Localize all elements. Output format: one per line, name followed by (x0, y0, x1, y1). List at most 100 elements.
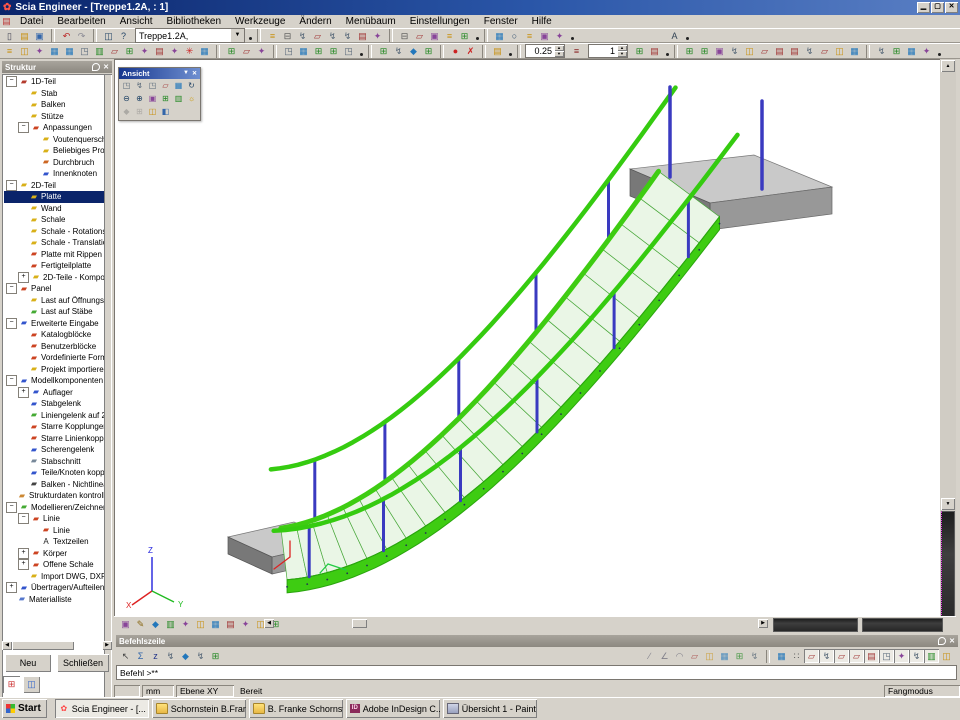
edge-icon[interactable]: ▦ (717, 649, 732, 663)
select-invert-icon[interactable]: ⊞ (122, 44, 137, 58)
tree-item-2d-teil[interactable]: −▰2D-Teil (4, 180, 104, 192)
window-tile-icon[interactable]: ↯ (391, 44, 406, 58)
zoom-window-icon[interactable]: ▣ (146, 92, 159, 105)
tree-item-platte[interactable]: ▰Platte (4, 191, 104, 203)
tab-next-icon[interactable]: ⊞ (208, 649, 223, 663)
palette-icon[interactable]: ↯ (295, 29, 310, 43)
undo-icon[interactable]: ↶ (59, 29, 74, 43)
tree-item-2d-teile-kompone[interactable]: +▰2D-Teile - Kompone (4, 272, 104, 284)
refresh-icon[interactable]: ↯ (802, 44, 817, 58)
menu-werkzeuge[interactable]: Werkzeuge (228, 16, 292, 27)
snap-angle-icon[interactable]: ◫ (939, 649, 954, 663)
minimize-button[interactable]: ▁ (917, 2, 930, 13)
expand-icon[interactable]: + (6, 582, 17, 593)
label-node-icon[interactable]: ⊞ (682, 44, 697, 58)
menu-einstellungen[interactable]: Einstellungen (403, 16, 477, 27)
tree-item-anpassungen[interactable]: −▰Anpassungen (4, 122, 104, 134)
collapse-icon[interactable]: − (6, 76, 17, 87)
save-picture-icon[interactable]: ≡ (442, 29, 457, 43)
label-section-icon[interactable]: ◫ (742, 44, 757, 58)
fit-icon[interactable]: ▦ (847, 44, 862, 58)
view-top-icon[interactable]: ◳ (146, 79, 159, 92)
freehand-icon[interactable]: ↯ (747, 649, 762, 663)
line-icon[interactable]: ∕ (642, 649, 657, 663)
z-axis-icon[interactable]: z (148, 649, 163, 663)
menu-bibliotheken[interactable]: Bibliotheken (160, 16, 228, 27)
snap-edge-icon[interactable]: ✦ (894, 649, 909, 663)
collapse-icon[interactable]: − (6, 180, 17, 191)
report-icon[interactable]: ✦ (552, 29, 567, 43)
tab-prev-icon[interactable]: ↯ (193, 649, 208, 663)
collapse-icon[interactable]: − (18, 513, 29, 524)
collapse-icon[interactable]: − (6, 283, 17, 294)
select-poly-icon[interactable]: ▦ (47, 44, 62, 58)
zoom-in-icon[interactable]: ⊕ (133, 92, 146, 105)
status-units[interactable]: mm (142, 685, 174, 697)
vertex-icon[interactable]: ◫ (702, 649, 717, 663)
rename-icon[interactable]: ▤ (772, 44, 787, 58)
expand-icon[interactable]: + (18, 559, 29, 570)
menu-ändern[interactable]: Ändern (292, 16, 338, 27)
tree-item-panel[interactable]: −▰Panel (4, 283, 104, 295)
close-icon[interactable]: ✕ (192, 70, 197, 77)
select-all-icon[interactable]: ✦ (167, 44, 182, 58)
new-icon[interactable]: ▯ (2, 29, 17, 43)
star-icon[interactable]: ✳ (182, 44, 197, 58)
scrollbar-thumb[interactable] (352, 619, 367, 628)
tree-item-voutenquerschnit[interactable]: ▰Voutenquerschnit (4, 134, 104, 146)
scroll-up-icon[interactable]: ▲ (941, 60, 955, 72)
window-close-icon[interactable]: ⊞ (421, 44, 436, 58)
dot-red-icon[interactable]: ● (448, 44, 463, 58)
tree-item-beliebiges-profil[interactable]: ▰Beliebiges Profil (4, 145, 104, 157)
tab-recent-icon[interactable]: ◆ (178, 649, 193, 663)
print-preview-icon[interactable]: ▱ (412, 29, 427, 43)
link-icon[interactable]: ▣ (118, 617, 133, 631)
light-icon[interactable]: ☼ (185, 92, 198, 105)
image-export-icon[interactable]: ▣ (427, 29, 442, 43)
pencil-icon[interactable]: ✎ (133, 617, 148, 631)
zoom-icon[interactable]: ○ (507, 29, 522, 43)
zoom-out-icon[interactable]: ⊖ (120, 92, 133, 105)
menu-hilfe[interactable]: Hilfe (525, 16, 559, 27)
binoculars-icon[interactable]: ◫ (17, 44, 32, 58)
cone-icon[interactable]: ◆ (148, 617, 163, 631)
selection-icon[interactable]: ▱ (310, 29, 325, 43)
clipboard-icon[interactable]: ≡ (2, 44, 17, 58)
view-side-icon[interactable]: ↯ (133, 79, 146, 92)
tree-item-teile-knoten-koppel[interactable]: ▰Teile/Knoten koppel (4, 467, 104, 479)
status-snap-mode[interactable]: Fangmodus (884, 685, 960, 697)
curve-icon[interactable]: ⊞ (224, 44, 239, 58)
label-load-icon[interactable]: ↯ (727, 44, 742, 58)
window-cascade-icon[interactable]: ⊞ (376, 44, 391, 58)
renumber-icon[interactable]: ▱ (757, 44, 772, 58)
redo-icon[interactable]: ↷ (74, 29, 89, 43)
tree-item-starre-linienkopplun[interactable]: ▰Starre Linienkopplun (4, 433, 104, 445)
doc-settings-icon[interactable]: ✦ (919, 44, 934, 58)
close-panel-button[interactable]: Schließen (57, 654, 109, 672)
tree-item-import-dwg-dxf-v[interactable]: ▰Import DWG, DXF, V (4, 571, 104, 583)
taskbar-task-paint[interactable]: Übersicht 1 - Paint (443, 699, 537, 718)
snap-node-icon[interactable]: ◳ (879, 649, 894, 663)
3d-viewport[interactable]: Z X Y Ansicht ▼✕ ◳↯◳▱▦↻ ⊖⊕▣⊞▥☼ ◆⊞◫◧ (114, 59, 940, 616)
filter-icon[interactable]: ✦ (137, 44, 152, 58)
image-icon[interactable]: ↯ (874, 44, 889, 58)
menu-datei[interactable]: Datei (13, 16, 50, 27)
tree-item-innenknoten[interactable]: ▰Innenknoten (4, 168, 104, 180)
scroll-down-icon[interactable]: ▼ (941, 498, 955, 510)
snap-cursor-icon[interactable]: ▦ (774, 649, 789, 663)
label-support-icon[interactable]: ▣ (712, 44, 727, 58)
tree-item-wand[interactable]: ▰Wand (4, 203, 104, 215)
window-split-icon[interactable]: ◫ (101, 29, 116, 43)
chart-icon[interactable]: ≡ (522, 29, 537, 43)
select-prev-icon[interactable]: ▱ (107, 44, 122, 58)
tree-item-projekt-importieren-[interactable]: ▰Projekt importieren ( (4, 364, 104, 376)
text-style-icon[interactable]: A (667, 29, 682, 43)
axis-label-icon[interactable]: ◫ (832, 44, 847, 58)
collapse-icon[interactable]: − (18, 122, 29, 133)
perp-icon[interactable]: ↯ (163, 649, 178, 663)
mirror-icon[interactable]: ⊞ (326, 44, 341, 58)
tree-item-modellkomponenten[interactable]: −▰Modellkomponenten (4, 375, 104, 387)
tree-item-balken[interactable]: ▰Balken (4, 99, 104, 111)
view-person-icon[interactable]: ▦ (172, 79, 185, 92)
spinner-down-icon[interactable]: ▼ (617, 51, 627, 57)
